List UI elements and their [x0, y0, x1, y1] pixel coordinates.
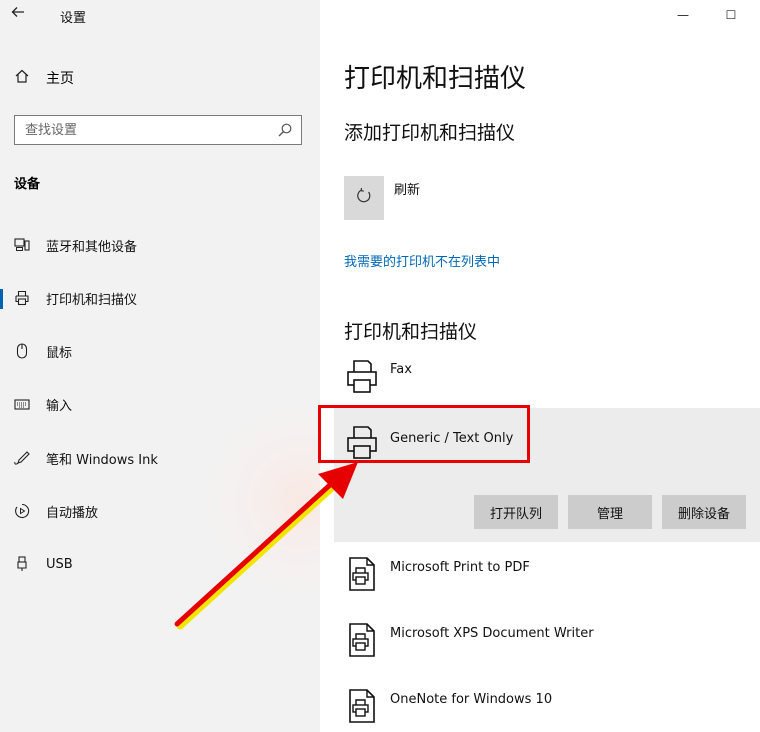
printer-name: Microsoft XPS Document Writer [390, 626, 594, 641]
search-icon[interactable] [277, 122, 293, 138]
bluetooth-devices-icon [12, 235, 32, 255]
page-title: 打印机和扫描仪 [344, 64, 527, 94]
pen-icon [12, 448, 32, 468]
refresh-button[interactable] [344, 176, 384, 220]
sidebar-item-bluetooth[interactable]: 蓝牙和其他设备 [0, 227, 320, 263]
sidebar-item-mouse[interactable]: 鼠标 [0, 333, 320, 369]
sidebar-item-label: 自动播放 [46, 505, 99, 521]
printer-name: Microsoft Print to PDF [390, 560, 530, 575]
printer-actions: 打开队列 管理 删除设备 [474, 495, 747, 529]
printer-name: OneNote for Windows 10 [390, 692, 553, 707]
open-queue-button[interactable]: 打开队列 [474, 495, 559, 529]
autoplay-icon [12, 501, 32, 521]
mouse-icon [12, 341, 32, 361]
printers-list-heading: 打印机和扫描仪 [344, 321, 478, 343]
sidebar-item-usb[interactable]: USB [0, 546, 320, 582]
search-input[interactable] [15, 116, 301, 144]
minimize-button[interactable]: — [668, 4, 698, 26]
sidebar-item-label: 打印机和扫描仪 [46, 292, 138, 308]
usb-icon [12, 554, 32, 574]
printer-item-onenote[interactable]: OneNote for Windows 10 [320, 686, 760, 732]
sidebar-item-label: 蓝牙和其他设备 [46, 239, 138, 255]
sidebar-item-label: 鼠标 [46, 345, 73, 361]
main-content: — ☐ 打印机和扫描仪 添加打印机和扫描仪 刷新 我需要的打印机不在列表中 打印… [320, 0, 760, 732]
sidebar-item-printers[interactable]: 打印机和扫描仪 [0, 280, 320, 316]
window-title: 设置 [60, 11, 87, 26]
printer-name: Fax [390, 362, 412, 377]
remove-device-button[interactable]: 删除设备 [662, 495, 747, 529]
document-printer-icon [344, 622, 380, 658]
printer-icon [12, 288, 32, 308]
sidebar-item-label: USB [46, 556, 73, 572]
printer-not-listed-link[interactable]: 我需要的打印机不在列表中 [344, 251, 500, 270]
keyboard-icon [12, 394, 32, 414]
sidebar-item-label: 笔和 Windows Ink [46, 452, 158, 468]
home-label: 主页 [46, 71, 74, 87]
document-printer-icon [344, 688, 380, 724]
refresh-label: 刷新 [394, 183, 421, 198]
sidebar-item-typing[interactable]: 输入 [0, 386, 320, 422]
printer-item-print-to-pdf[interactable]: Microsoft Print to PDF [320, 554, 760, 614]
sidebar: 设置 主页 设备 蓝牙和其他设备 打印机和扫描仪 鼠标 输入 [0, 0, 320, 732]
add-printers-heading: 添加打印机和扫描仪 [344, 122, 516, 144]
highlight-box [318, 405, 530, 463]
sidebar-item-label: 输入 [46, 398, 73, 414]
home-link[interactable]: 主页 [14, 66, 74, 90]
document-printer-icon [344, 556, 380, 592]
refresh-icon [355, 187, 373, 209]
manage-button[interactable]: 管理 [568, 495, 653, 529]
back-arrow-icon[interactable] [10, 4, 32, 26]
printer-icon [344, 358, 380, 394]
sidebar-item-autoplay[interactable]: 自动播放 [0, 493, 320, 529]
home-icon [14, 68, 32, 88]
maximize-button[interactable]: ☐ [716, 4, 746, 26]
search-box[interactable] [14, 115, 302, 145]
sidebar-item-pen[interactable]: 笔和 Windows Ink [0, 440, 320, 476]
section-label-devices: 设备 [14, 177, 41, 192]
printer-item-xps-writer[interactable]: Microsoft XPS Document Writer [320, 620, 760, 680]
